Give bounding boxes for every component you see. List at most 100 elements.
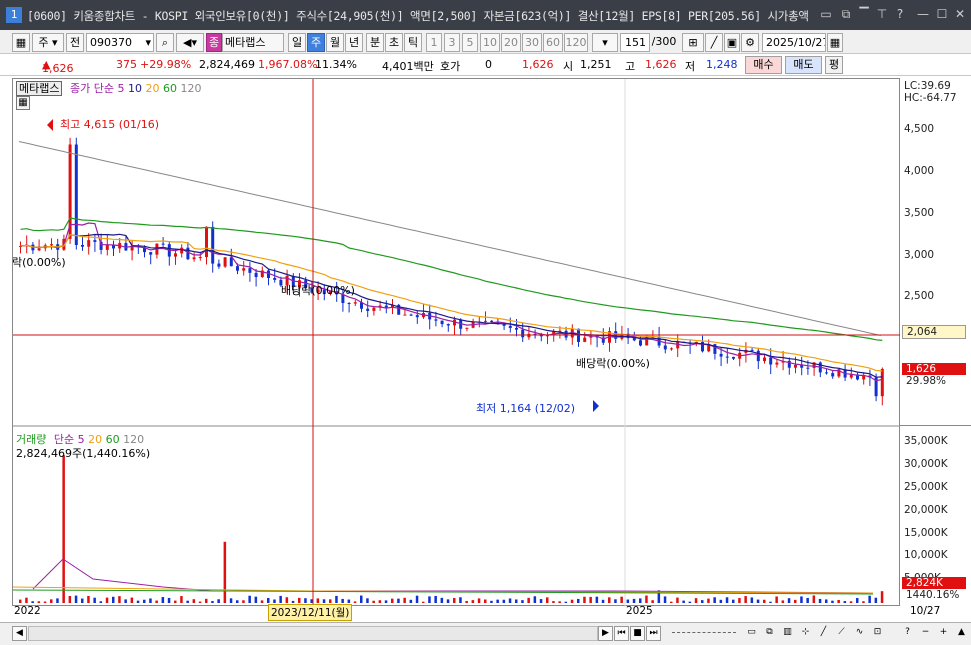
restore-icon[interactable]: ▭ — [818, 6, 834, 22]
current-price-label: 1,626 — [902, 363, 966, 375]
trend-line-icon[interactable]: ╱ — [816, 626, 831, 641]
volume-bar — [43, 601, 47, 603]
volume-bar — [477, 598, 481, 603]
candle-body — [192, 257, 196, 260]
candle-body — [880, 368, 884, 397]
volume-bar — [87, 595, 90, 603]
volume-bar — [539, 599, 543, 603]
stock-name: 메타랩스 — [222, 33, 284, 52]
pin-icon[interactable]: ▔ — [856, 6, 872, 22]
zoom-out-icon[interactable]: − — [918, 626, 933, 641]
ruler-icon[interactable]: ⟋ — [834, 626, 849, 641]
volume-value-label: 2,824,469주(1,440.16%) — [16, 447, 151, 460]
volume-bar — [434, 595, 437, 603]
interval-60[interactable]: 60 — [543, 33, 563, 52]
prev-button[interactable]: 전 — [66, 33, 84, 52]
volume-bar — [521, 600, 524, 603]
scroll-right-icon[interactable]: ▶ — [598, 626, 613, 641]
save-icon[interactable]: ▣ — [724, 33, 740, 52]
tab-tick[interactable]: 틱 — [404, 33, 422, 52]
interval-1[interactable]: 1 — [426, 33, 442, 52]
volume-bar — [546, 597, 549, 603]
dividend-annotation-2: 배당락(0.00%) — [281, 284, 355, 297]
period-select[interactable]: 주 ▾ — [32, 33, 64, 52]
chart-area[interactable] — [12, 78, 901, 607]
tab-minute[interactable]: 분 — [366, 33, 384, 52]
volume-bar — [353, 601, 357, 603]
volume-bar — [31, 601, 34, 603]
buy-button[interactable]: 매수 — [745, 56, 782, 74]
volume-bar — [558, 601, 561, 603]
zoom-in-icon[interactable]: + — [936, 626, 951, 641]
trade-amount: 4,401백만 — [382, 60, 434, 73]
horizontal-scrollbar[interactable] — [28, 626, 598, 641]
volume-bar — [794, 599, 797, 603]
drawing-icon[interactable]: ╱ — [705, 33, 723, 52]
volume-bar — [744, 596, 747, 603]
interval-10[interactable]: 10 — [480, 33, 500, 52]
avg-button[interactable]: 평 — [825, 56, 843, 74]
calendar-icon[interactable]: ▦ — [827, 33, 843, 52]
tab-day[interactable]: 일 — [288, 33, 306, 52]
help-circle-icon[interactable]: ? — [900, 626, 915, 641]
candle-body — [775, 362, 779, 365]
chart-canvas[interactable] — [13, 79, 901, 607]
custom-interval-select[interactable]: ▾ — [592, 33, 618, 52]
last-page-icon[interactable]: ⏭ — [646, 626, 661, 641]
zoom-slider[interactable] — [672, 632, 736, 635]
candle-body — [236, 266, 239, 271]
close-icon[interactable]: ✕ — [952, 6, 968, 22]
settings-gear-icon[interactable]: ⚙ — [741, 33, 759, 52]
y-axis[interactable]: LC:39.69 HC:-64.77 4,500 4,000 3,500 3,0… — [900, 78, 971, 606]
maximize-icon[interactable]: ☐ — [934, 6, 950, 22]
volume-bar — [372, 600, 375, 603]
volume-bar — [874, 597, 878, 603]
interval-20[interactable]: 20 — [501, 33, 521, 52]
zoom-fit-icon[interactable]: ▭ — [744, 626, 759, 641]
interval-120[interactable]: 120 — [564, 33, 588, 52]
interval-3[interactable]: 3 — [444, 33, 460, 52]
scroll-left-icon[interactable]: ◀ — [12, 626, 27, 641]
tab-month[interactable]: 월 — [326, 33, 344, 52]
minimize-icon[interactable]: — — [915, 6, 931, 22]
volume-bar — [880, 591, 884, 603]
volume-bar — [732, 599, 735, 603]
tab-week[interactable]: 주 — [307, 33, 325, 52]
grid-icon[interactable]: ⊤ — [874, 6, 890, 22]
chart-type-icon[interactable]: ⊞ — [682, 33, 704, 52]
bar-icon[interactable]: ▥ — [780, 626, 795, 641]
low-label: 저 — [685, 60, 696, 73]
date-input[interactable]: 2025/10/27 — [762, 33, 826, 52]
stop-icon[interactable]: ■ — [630, 626, 645, 641]
tab-second[interactable]: 초 — [385, 33, 403, 52]
wave-icon[interactable]: ∿ — [852, 626, 867, 641]
candle-icon[interactable]: ⊡ — [870, 626, 885, 641]
code-input[interactable]: 090370 ▾ — [86, 33, 154, 52]
first-page-icon[interactable]: ⏮ — [614, 626, 629, 641]
help-icon[interactable]: ? — [892, 6, 908, 22]
tab-year[interactable]: 년 — [345, 33, 363, 52]
speaker-icon[interactable]: ◀▾ — [176, 33, 204, 52]
interval-5[interactable]: 5 — [462, 33, 478, 52]
candle-body — [37, 248, 41, 251]
high-marker — [47, 119, 53, 131]
cross-icon[interactable]: ⊹ — [798, 626, 813, 641]
volume-bar — [589, 596, 592, 603]
volume-bar — [205, 598, 208, 603]
grid-toggle-icon[interactable]: ▦ — [12, 33, 30, 52]
interval-30[interactable]: 30 — [522, 33, 542, 52]
copy-icon[interactable]: ⧉ — [762, 626, 777, 641]
sell-button[interactable]: 매도 — [785, 56, 822, 74]
volume-bar — [136, 600, 140, 603]
link-icon[interactable]: ⧉ — [838, 6, 854, 22]
navigation-bar: ◀ ▶ ⏮ ■ ⏭ ▭ ⧉ ▥ ⊹ ╱ ⟋ ∿ ⊡ ? − + ▲ — [0, 622, 971, 645]
high-label: 고 — [625, 60, 636, 73]
count-input[interactable]: 151 — [620, 33, 650, 52]
xlabel-2022: 2022 — [14, 605, 41, 617]
search-icon[interactable]: ⌕ — [156, 33, 174, 52]
chart-stock-name[interactable]: 메타랩스 — [16, 81, 63, 96]
volume-bar — [329, 599, 332, 603]
expand-icon[interactable]: ▲ — [954, 626, 969, 641]
table-icon[interactable]: ▦ — [16, 96, 30, 110]
volume-bar — [366, 598, 369, 603]
